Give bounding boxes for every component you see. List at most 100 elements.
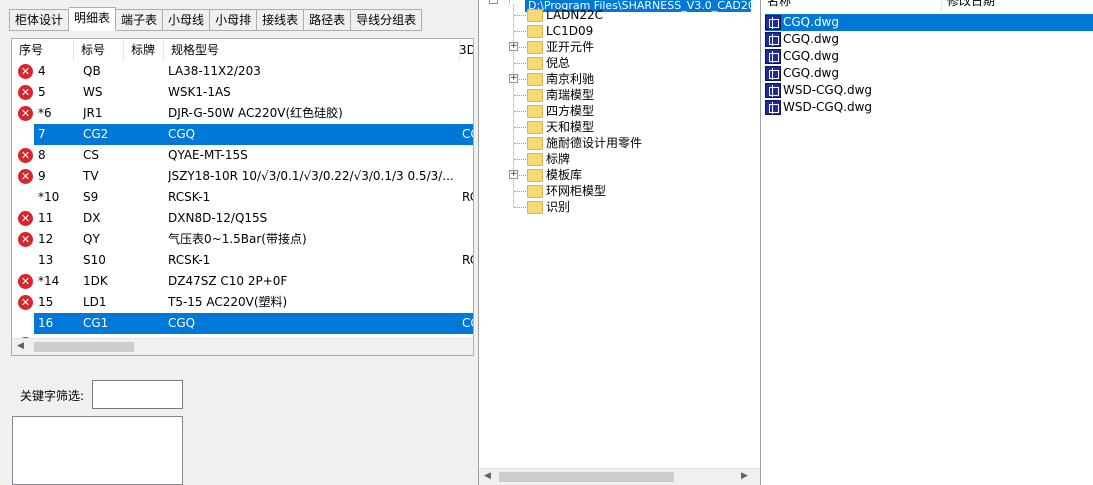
- col-header-model[interactable]: 规格型号: [164, 39, 460, 61]
- col-header-tag[interactable]: 标号: [74, 39, 124, 61]
- tree-node[interactable]: 标牌: [527, 151, 570, 167]
- cell-model: QYAE-MT-15S: [168, 148, 248, 162]
- col-header-plate[interactable]: 标牌: [124, 39, 164, 61]
- error-x-icon: ✕: [18, 85, 33, 100]
- folder-icon: [527, 8, 543, 22]
- table-row[interactable]: ✕ 11 DX DXN8D-12/Q15S: [12, 208, 473, 229]
- cell-seq: 9: [38, 169, 46, 183]
- cell-model: T5-15 AC220V(塑料): [168, 295, 288, 309]
- table-row[interactable]: ✕ 4 QB LA38-11X2/203: [12, 61, 473, 82]
- tree-connector: [514, 63, 526, 64]
- tab-4[interactable]: 小母排: [210, 9, 258, 31]
- folder-icon: [527, 56, 543, 70]
- tree-node[interactable]: 南京利驰: [527, 71, 594, 87]
- file-name: CGQ.dwg: [783, 15, 839, 29]
- tab-0[interactable]: 柜体设计: [9, 9, 70, 31]
- tree-node[interactable]: 南瑞模型: [527, 87, 594, 103]
- tree-node-label: 南京利驰: [546, 72, 595, 86]
- tree-node[interactable]: 模板库: [527, 167, 582, 183]
- tree-node-label: LC1D09: [546, 24, 594, 38]
- cell-seq: 11: [38, 211, 54, 225]
- filter-result-list[interactable]: [12, 416, 183, 485]
- tab-5[interactable]: 接线表: [257, 9, 305, 31]
- file-name: WSD-CGQ.dwg: [783, 100, 873, 114]
- table-row[interactable]: ✕ 15 LD1 T5-15 AC220V(塑料): [12, 292, 473, 313]
- plus-expander-icon[interactable]: +: [509, 42, 518, 51]
- file-list: 名称 修改日期 CGQ.dwg CGQ.dwg CGQ.dwg CGQ.dwg WSD-…: [760, 0, 1093, 485]
- tree-connector: [514, 95, 526, 96]
- dwg-file-icon: [765, 15, 781, 30]
- root-expander-icon[interactable]: [489, 0, 498, 4]
- tree-node[interactable]: 环网柜模型: [527, 183, 606, 199]
- tree-node[interactable]: 天和模型: [527, 119, 594, 135]
- cell-seq: 12: [38, 232, 54, 246]
- file-list-item[interactable]: CGQ.dwg: [765, 14, 1093, 31]
- cell-model: DXN8D-12/Q15S: [168, 211, 268, 225]
- left-panel: 柜体设计 明细表 端子表 小母线 小母排 接线表 路径表 导线分组表 序号 标号 标牌 规格型…: [0, 0, 478, 485]
- scroll-left-icon[interactable]: ◀: [17, 341, 24, 351]
- col-header-seq[interactable]: 序号: [12, 39, 74, 61]
- tab-3[interactable]: 小母线: [163, 9, 211, 31]
- cell-tag: JR1: [83, 106, 103, 120]
- file-list-item[interactable]: CGQ.dwg: [765, 48, 1093, 65]
- file-list-item[interactable]: CGQ.dwg: [765, 65, 1093, 82]
- table-row[interactable]: ✕ 5 WS WSK1-1AS: [12, 82, 473, 103]
- plus-expander-icon[interactable]: +: [509, 170, 518, 179]
- tree-scroll-thumb[interactable]: [499, 472, 674, 482]
- cell-seq: 7: [38, 127, 46, 141]
- tab-2[interactable]: 端子表: [116, 9, 164, 31]
- folder-icon: [527, 72, 543, 86]
- tree-node-label: 识别: [546, 200, 571, 214]
- tree-node[interactable]: 识别: [527, 199, 570, 215]
- tree-node[interactable]: 施耐德设计用零件: [527, 135, 642, 151]
- plus-expander-icon[interactable]: +: [509, 74, 518, 83]
- dwg-file-icon: [765, 49, 781, 64]
- file-list-item[interactable]: WSD-CGQ.dwg: [765, 82, 1093, 99]
- table-row[interactable]: ✕ *14 1DK DZ47SZ C10 2P+0F: [12, 271, 473, 292]
- col-header-modified[interactable]: 修改日期: [947, 0, 995, 8]
- grid-rows: ✕ 4 QB LA38-11X2/203 ✕ 5 WS WSK1-1AS ✕ *6 JR1 DJR-G…: [12, 61, 473, 355]
- scroll-thumb[interactable]: [34, 342, 134, 352]
- folder-icon: [527, 88, 543, 102]
- keyword-filter-input[interactable]: [92, 380, 183, 409]
- column-divider[interactable]: [941, 0, 942, 12]
- tab-7[interactable]: 导线分组表: [351, 9, 423, 31]
- tree-node[interactable]: 倪总: [527, 55, 570, 71]
- tree-node[interactable]: LC1D09: [527, 23, 593, 39]
- table-row[interactable]: 13 S10 RCSK-1 RC: [12, 250, 473, 271]
- cell-seq: *14: [38, 274, 60, 288]
- cell-model: LA38-11X2/203: [168, 64, 261, 78]
- cell-tag: TV: [83, 169, 99, 183]
- table-row[interactable]: ✕ 12 QY 气压表0~1.5Bar(带接点): [12, 229, 473, 250]
- table-row[interactable]: ✕ 9 TV JSZY18-10R 10/√3/0.1/√3/0.22/√3/0.1/…: [12, 166, 473, 187]
- tab-6[interactable]: 路径表: [304, 9, 352, 31]
- grid-horizontal-scrollbar[interactable]: ◀: [12, 338, 473, 355]
- file-name: CGQ.dwg: [783, 32, 839, 46]
- error-x-icon: ✕: [18, 295, 33, 310]
- cell-tag: S10: [83, 253, 106, 267]
- table-row[interactable]: *10 S9 RCSK-1 RC: [12, 187, 473, 208]
- folder-icon: [527, 168, 543, 182]
- tree-node[interactable]: LADN22C: [527, 7, 603, 23]
- file-list-item[interactable]: WSD-CGQ.dwg: [765, 99, 1093, 116]
- tab-1[interactable]: 明细表: [69, 7, 117, 31]
- tree-connector: [514, 159, 526, 160]
- col-header-3d[interactable]: 3D: [452, 39, 473, 61]
- table-row[interactable]: ✕ *6 JR1 DJR-G-50W AC220V(红色硅胶): [12, 103, 473, 124]
- error-x-icon: ✕: [18, 64, 33, 79]
- tree-connector: [514, 143, 526, 144]
- table-row[interactable]: ✕ 8 CS QYAE-MT-15S: [12, 145, 473, 166]
- tree-connector: [514, 15, 526, 16]
- cell-tag: LD1: [83, 295, 107, 309]
- cell-tag: QY: [83, 232, 100, 246]
- tree-scroll-right-icon[interactable]: ▶: [741, 471, 748, 481]
- file-list-item[interactable]: CGQ.dwg: [765, 31, 1093, 48]
- tree-horizontal-scrollbar[interactable]: ◀ ▶: [479, 468, 760, 485]
- table-row[interactable]: 7 CG2 CGQ CG: [12, 124, 473, 145]
- tree-node[interactable]: 四方模型: [527, 103, 594, 119]
- cell-model: RCSK-1: [168, 190, 211, 204]
- tree-node[interactable]: 亚开元件: [527, 39, 594, 55]
- tree-scroll-left-icon[interactable]: ◀: [484, 471, 491, 481]
- col-header-name[interactable]: 名称: [767, 0, 791, 8]
- table-row[interactable]: 16 CG1 CGQ CG: [12, 313, 473, 334]
